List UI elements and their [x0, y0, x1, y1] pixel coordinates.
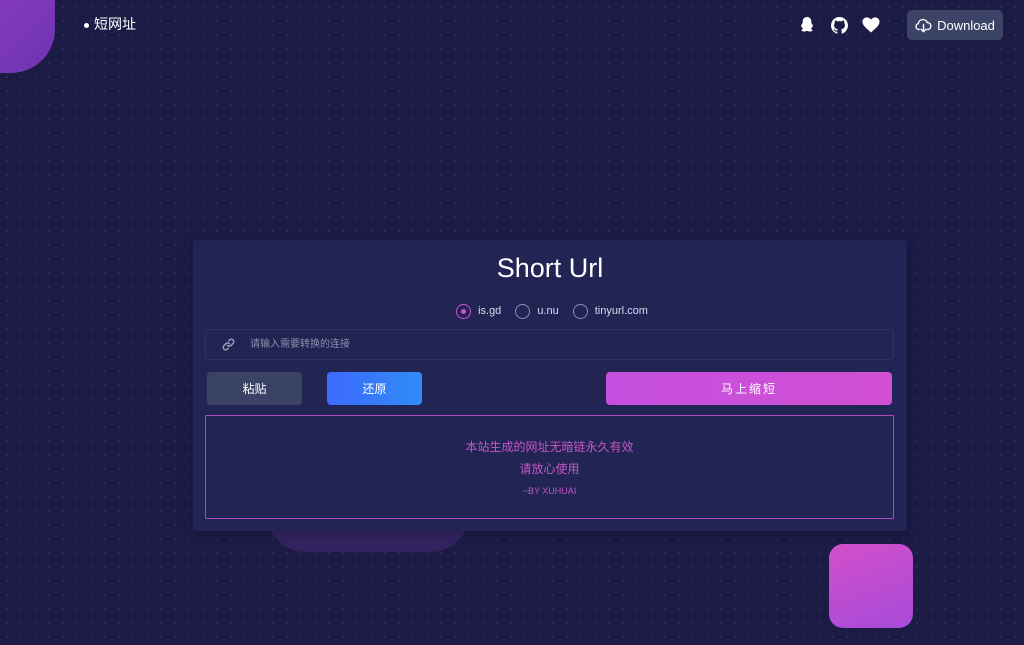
paste-button[interactable]: 粘贴	[207, 372, 302, 405]
download-label: Download	[937, 17, 995, 33]
brand-title: 短网址	[94, 17, 136, 33]
card-title: Short Url	[496, 253, 604, 283]
notice-signature: ~BY XUHUAI	[522, 486, 577, 496]
link-icon	[222, 338, 236, 352]
github-icon[interactable]	[830, 16, 848, 34]
radio-checked-icon[interactable]	[456, 303, 472, 319]
radio-unchecked-icon[interactable]	[515, 303, 531, 319]
url-input[interactable]	[250, 330, 893, 359]
provider-label: is.gd	[478, 305, 502, 317]
brand-dot-icon	[84, 22, 89, 28]
provider-label: tinyurl.com	[594, 305, 648, 317]
short-url-card: Short Url is.gd u.nu tinyurl.com 粘贴 还原 马…	[193, 240, 907, 531]
radio-unchecked-icon[interactable]	[572, 303, 588, 319]
url-field	[205, 329, 894, 360]
download-button[interactable]: Download	[907, 10, 1003, 40]
provider-option-isgd[interactable]: is.gd	[456, 302, 501, 320]
shorten-button[interactable]: 马上缩短	[606, 372, 892, 405]
notice-line-1: 本站生成的网址无暗链永久有效	[465, 440, 634, 454]
qq-icon[interactable]	[798, 16, 816, 34]
provider-radio-group: is.gd u.nu tinyurl.com	[193, 302, 907, 320]
decorative-blob-bottom-right	[829, 544, 913, 628]
header-icon-group	[798, 13, 880, 37]
restore-button[interactable]: 还原	[327, 372, 422, 405]
provider-label: u.nu	[537, 305, 559, 317]
cloud-download-icon	[915, 18, 932, 33]
notice-box: 本站生成的网址无暗链永久有效 请放心使用 ~BY XUHUAI	[205, 415, 894, 519]
provider-option-unu[interactable]: u.nu	[515, 302, 559, 320]
brand-logo[interactable]: 短网址	[84, 15, 136, 35]
notice-line-2: 请放心使用	[519, 462, 580, 476]
decorative-blob-top-left	[0, 0, 55, 73]
provider-option-tinyurl[interactable]: tinyurl.com	[572, 302, 648, 320]
heart-icon[interactable]	[862, 16, 880, 34]
